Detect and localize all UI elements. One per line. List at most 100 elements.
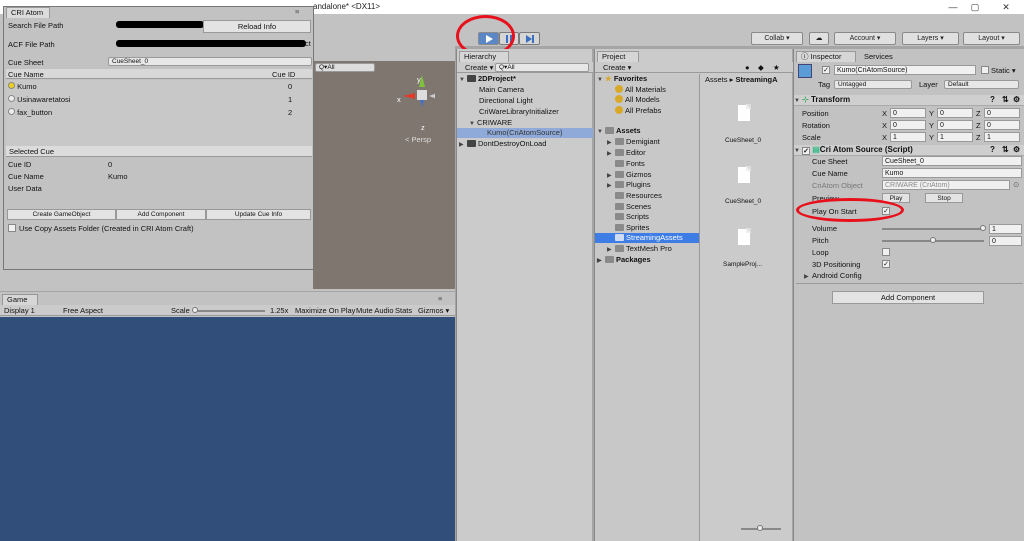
use-copy-assets-checkbox[interactable] — [8, 224, 16, 232]
positioning-checkbox[interactable]: ✓ — [882, 260, 890, 268]
folder-item[interactable]: Resources — [615, 191, 662, 200]
volume-slider[interactable] — [882, 228, 984, 230]
step-button[interactable] — [519, 32, 540, 45]
layer-dropdown[interactable]: Default — [944, 80, 1019, 89]
fold-closed-icon[interactable]: ▶ — [607, 182, 615, 189]
services-tab[interactable]: Services — [864, 52, 893, 61]
game-tab[interactable]: Game — [2, 294, 38, 305]
mute-audio-toggle[interactable]: Mute Audio — [356, 306, 394, 315]
folder-item[interactable]: ▶ Demigiant — [607, 137, 660, 146]
create-gameobject-button[interactable]: Create GameObject — [7, 209, 116, 220]
account-dropdown[interactable]: Account ▾ — [834, 32, 896, 45]
label-icon[interactable]: ◆ — [758, 63, 764, 72]
scene-gizmo-icon[interactable] — [395, 73, 435, 123]
scene-search-input[interactable]: Q▾All — [315, 63, 375, 72]
position-x-field[interactable]: 0 — [890, 108, 926, 118]
cri-atom-source-section-header[interactable]: ▼ ✓ ▤Cri Atom Source (Script) ? ⇅ ⚙ — [794, 145, 1024, 156]
pitch-slider-knob[interactable] — [930, 237, 936, 243]
scale-y-field[interactable]: 1 — [937, 132, 973, 142]
cri-atom-tab[interactable]: CRI Atom — [6, 7, 50, 18]
folder-item[interactable]: ▶ TextMesh Pro — [607, 244, 672, 253]
rotation-z-field[interactable]: 0 — [984, 120, 1020, 130]
position-z-field[interactable]: 0 — [984, 108, 1020, 118]
file-icon[interactable] — [737, 104, 751, 122]
maximize-icon[interactable]: ▢ — [962, 0, 988, 14]
folder-item[interactable]: Fonts — [615, 159, 645, 168]
static-dropdown[interactable]: Static ▾ — [991, 66, 1016, 75]
folder-item[interactable]: ▶ Plugins — [607, 180, 651, 189]
scale-slider-knob[interactable] — [192, 307, 198, 313]
file-icon[interactable] — [737, 228, 751, 246]
folder-item[interactable]: ▶ Gizmos — [607, 170, 651, 179]
fold-open-icon[interactable]: ▼ — [597, 77, 605, 83]
component-enabled-checkbox[interactable]: ✓ — [802, 147, 810, 155]
help-icon[interactable]: ? — [990, 95, 995, 105]
file-label[interactable]: SampleProj... — [723, 261, 762, 268]
folder-item[interactable]: Sprites — [615, 223, 649, 232]
fold-closed-icon[interactable]: ▶ — [804, 273, 812, 280]
cue-list-item[interactable]: Kumo 0 — [8, 82, 308, 92]
fold-open-icon[interactable]: ▼ — [794, 96, 802, 106]
help-icon[interactable]: ? — [990, 145, 995, 155]
update-cue-info-button[interactable]: Update Cue Info — [206, 209, 311, 220]
hierarchy-item-criware[interactable]: ▼ CRIWARE — [469, 118, 512, 127]
position-y-field[interactable]: 0 — [937, 108, 973, 118]
favorite-item[interactable]: All Models — [615, 95, 660, 104]
file-icon[interactable] — [737, 166, 751, 184]
fold-closed-icon[interactable]: ▶ — [597, 257, 605, 264]
fold-open-icon[interactable]: ▼ — [459, 77, 467, 83]
breadcrumb-item[interactable]: StreamingA — [735, 75, 777, 84]
hierarchy-item[interactable]: Main Camera — [479, 85, 524, 94]
gizmos-dropdown[interactable]: Gizmos ▾ — [418, 306, 449, 315]
icon-size-slider-knob[interactable] — [757, 525, 763, 531]
fold-closed-icon[interactable]: ▶ — [607, 172, 615, 179]
hierarchy-create-dropdown[interactable]: Create ▾ — [465, 63, 493, 72]
scale-x-field[interactable]: 1 — [890, 132, 926, 142]
breadcrumb-item[interactable]: Assets — [705, 75, 728, 84]
scale-z-field[interactable]: 1 — [984, 132, 1020, 142]
active-checkbox[interactable]: ✓ — [822, 66, 830, 74]
rotation-y-field[interactable]: 0 — [937, 120, 973, 130]
game-view[interactable] — [0, 317, 455, 541]
component-menu-icon[interactable]: ⚙ — [1013, 95, 1020, 105]
object-name-field[interactable]: Kumo(CriAtomSource) — [834, 65, 976, 75]
collab-button[interactable]: Collab ▾ — [751, 32, 803, 45]
filter-icon[interactable]: ● — [745, 63, 750, 72]
project-tab[interactable]: Project — [597, 51, 639, 62]
hierarchy-tab[interactable]: Hierarchy — [459, 51, 509, 62]
folder-item[interactable]: Scripts — [615, 212, 649, 221]
settings-icon[interactable]: ⇅ — [1002, 145, 1009, 155]
fold-closed-icon[interactable]: ▶ — [607, 246, 615, 253]
assets-node[interactable]: ▼ Assets — [597, 126, 641, 135]
hierarchy-item[interactable]: CriWareLibraryInitializer — [479, 107, 559, 116]
component-menu-icon[interactable]: ⚙ — [1013, 145, 1020, 155]
tag-dropdown[interactable]: Untagged — [834, 80, 912, 89]
volume-field[interactable]: 1 — [989, 224, 1022, 234]
favorite-item[interactable]: All Materials — [615, 85, 666, 94]
inspector-add-component-button[interactable]: Add Component — [832, 291, 984, 304]
reload-info-button[interactable]: Reload Info — [203, 20, 311, 33]
layout-dropdown[interactable]: Layout ▾ — [963, 32, 1020, 45]
add-component-button[interactable]: Add Component — [116, 209, 206, 220]
preview-stop-button[interactable]: Stop — [925, 193, 963, 203]
display-dropdown[interactable]: Display 1 — [4, 306, 35, 315]
loop-checkbox[interactable] — [882, 248, 890, 256]
object-picker-icon[interactable]: ⊙ — [1013, 180, 1019, 189]
cloud-icon[interactable]: ☁ — [809, 32, 829, 45]
cue-sheet-dropdown[interactable]: CueSheet_0 — [108, 57, 312, 66]
cue-sheet-field[interactable]: CueSheet_0 — [882, 156, 1022, 166]
file-label[interactable]: CueSheet_0 — [725, 198, 761, 205]
favorites-node[interactable]: ▼ ★ Favorites — [597, 74, 647, 83]
inspector-tab[interactable]: ⓘ Inspector — [796, 51, 856, 62]
window-menu-icon[interactable]: ≡ — [295, 7, 299, 16]
android-config-foldout[interactable]: ▶ Android Config — [804, 271, 862, 280]
static-checkbox[interactable] — [981, 66, 989, 74]
fold-open-icon[interactable]: ▼ — [469, 121, 477, 127]
favorite-item[interactable]: All Prefabs — [615, 106, 661, 115]
fold-closed-icon[interactable]: ▶ — [607, 150, 615, 157]
hierarchy-item-dontdestroy[interactable]: ▶ DontDestroyOnLoad — [459, 139, 546, 148]
project-create-dropdown[interactable]: Create ▾ — [603, 63, 631, 72]
folder-item-selected[interactable]: StreamingAssets — [595, 233, 699, 243]
folder-item[interactable]: Scenes — [615, 202, 651, 211]
fold-closed-icon[interactable]: ▶ — [607, 139, 615, 146]
